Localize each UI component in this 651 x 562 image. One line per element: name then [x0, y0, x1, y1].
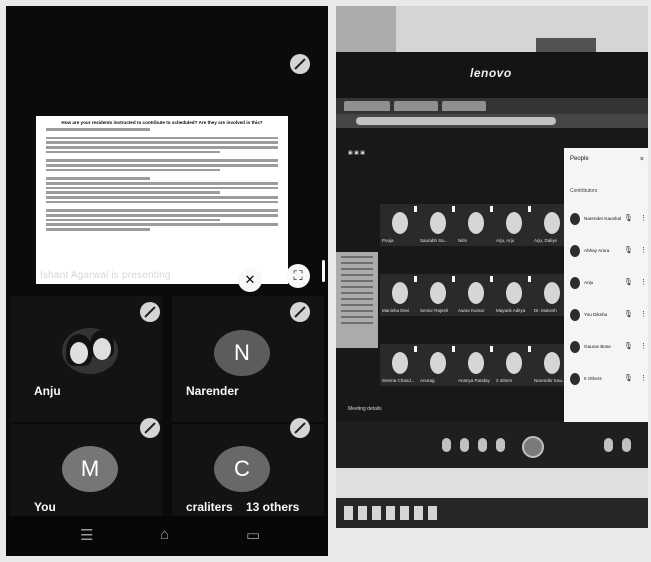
android-nav-bar: ☰ ⌂ ▭: [6, 516, 328, 556]
participant-name: Narender: [186, 384, 239, 398]
fullscreen-button[interactable]: ⛶: [286, 264, 310, 288]
menu-icon[interactable]: ☰: [80, 526, 93, 544]
people-row[interactable]: Narender Kaushal 🎙 ⋮: [568, 212, 647, 226]
participant-name: craliters: [186, 500, 233, 514]
people-row[interactable]: Anju 🎙 ⋮: [568, 276, 647, 290]
grid-tile[interactable]: Senior Rajesh: [418, 274, 458, 316]
avatar-initial: M: [62, 446, 118, 492]
laptop-keyboard-edge: [336, 528, 648, 556]
taskbar-icon[interactable]: [344, 506, 353, 520]
mic-off-icon: [290, 302, 310, 322]
participant-name: You: [34, 500, 56, 514]
leave-call-button[interactable]: [522, 436, 544, 458]
people-panel-title: People: [570, 156, 589, 162]
people-panel-subtitle: Contributors: [570, 188, 598, 194]
meeting-controls: [336, 422, 648, 468]
grid-tile[interactable]: Arju, Arju: [494, 204, 534, 246]
scroll-handle[interactable]: [322, 260, 325, 282]
others-count: 13 others: [246, 500, 300, 514]
grid-tile[interactable]: Anurag: [418, 344, 458, 386]
mic-off-icon: [290, 54, 310, 74]
laptop-photo: lenovo ▣ ▣ ▣ Pooja Saurabh Sa... Nitin A…: [336, 6, 648, 556]
controls-label: Meeting details: [348, 406, 382, 412]
avatar-photo: [62, 328, 118, 374]
grid-tile[interactable]: 2 others: [494, 344, 534, 386]
close-icon[interactable]: ×: [640, 156, 644, 163]
people-button[interactable]: [604, 438, 613, 452]
camera-button[interactable]: [460, 438, 469, 452]
mic-off-icon: [290, 418, 310, 438]
taskbar-icon[interactable]: [372, 506, 381, 520]
meeting-title: ▣ ▣ ▣: [348, 150, 365, 156]
present-button[interactable]: [496, 438, 505, 452]
mic-button[interactable]: [442, 438, 451, 452]
people-row[interactable]: You Diksha 🎙 ⋮: [568, 308, 647, 322]
pin-button[interactable]: ✕: [238, 268, 262, 292]
taskbar-dock: [336, 498, 648, 528]
taskbar-icon[interactable]: [400, 506, 409, 520]
taskbar-icon[interactable]: [358, 506, 367, 520]
browser-tab[interactable]: [442, 101, 486, 111]
browser-tab-bar: [336, 98, 648, 114]
url-field[interactable]: [356, 117, 556, 125]
taskbar-icon[interactable]: [386, 506, 395, 520]
avatar-initial: N: [214, 330, 270, 376]
browser-tab[interactable]: [394, 101, 438, 111]
chat-button[interactable]: [622, 438, 631, 452]
grid-tile[interactable]: Saurabh Sa...: [418, 204, 458, 246]
participant-name: Anju: [34, 384, 61, 398]
mic-off-icon: [140, 418, 160, 438]
taskbar-area: [336, 468, 648, 498]
browser-tab[interactable]: [344, 101, 390, 111]
people-panel: People × Contributors Narender Kaushal 🎙 ⋮…: [564, 148, 648, 432]
mic-off-icon: [140, 302, 160, 322]
phone-screen: How are your residents instructed to con…: [6, 6, 328, 556]
grid-tile[interactable]: Ananya Panday: [456, 344, 496, 386]
people-row[interactable]: It Others 🎙 ⋮: [568, 372, 647, 386]
presented-document: How are your residents instructed to con…: [36, 116, 288, 284]
avatar-initial: C: [214, 446, 270, 492]
presentation-thumbnail[interactable]: [336, 252, 378, 348]
people-row[interactable]: Gaurav Bose 🎙 ⋮: [568, 340, 647, 354]
grid-tile[interactable]: Manisha Devi: [380, 274, 420, 316]
document-body: [36, 128, 288, 231]
grid-tile[interactable]: Seema Chand...: [380, 344, 420, 386]
taskbar-icon[interactable]: [414, 506, 423, 520]
grid-tile[interactable]: Mayank Aditya: [494, 274, 534, 316]
captions-button[interactable]: [478, 438, 487, 452]
document-title: How are your residents instructed to con…: [61, 120, 263, 125]
home-icon[interactable]: ⌂: [160, 526, 169, 543]
wall-shadow: [336, 6, 396, 56]
back-icon[interactable]: ▭: [246, 526, 260, 544]
grid-tile[interactable]: Nitin: [456, 204, 496, 246]
presenting-label: Ishant Agarwal is presenting: [40, 270, 171, 281]
people-row[interactable]: Abhay Arora 🎙 ⋮: [568, 244, 647, 258]
grid-tile[interactable]: Aarav Kumar: [456, 274, 496, 316]
taskbar-icon[interactable]: [428, 506, 437, 520]
lenovo-logo: lenovo: [470, 66, 512, 80]
grid-tile[interactable]: Pooja: [380, 204, 420, 246]
